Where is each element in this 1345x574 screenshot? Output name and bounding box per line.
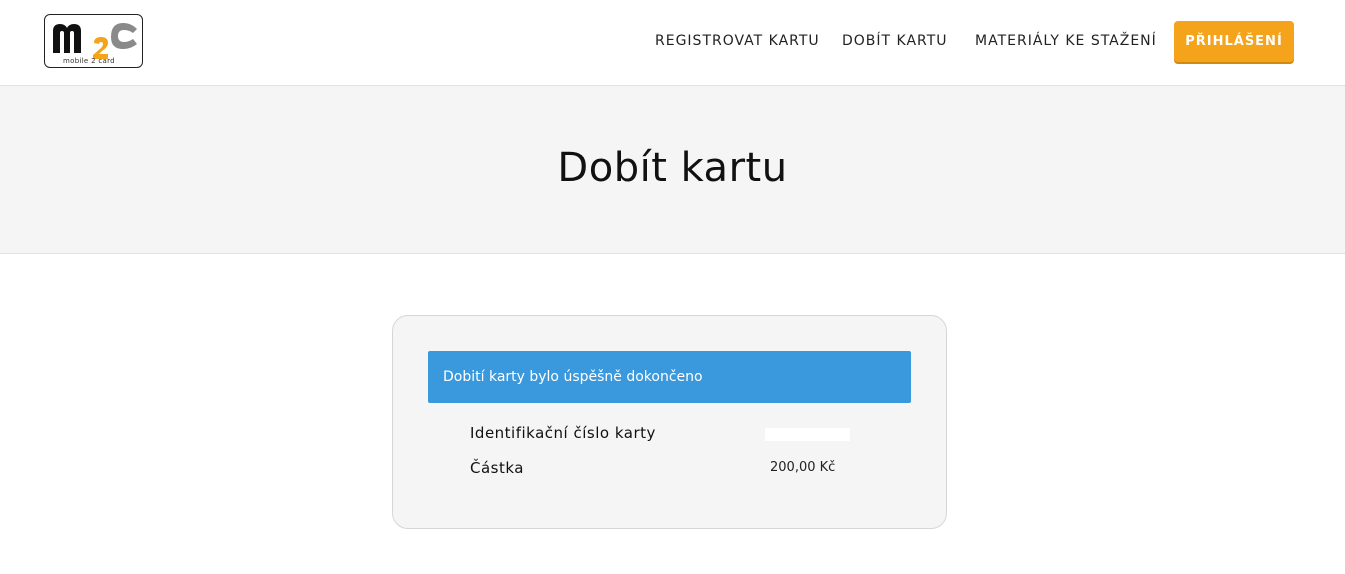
login-button[interactable]: PŘIHLÁŠENÍ: [1174, 21, 1294, 62]
nav-top-up-card[interactable]: DOBÍT KARTU: [842, 33, 948, 49]
amount-label: Částka: [470, 459, 524, 477]
site-header: mobile 2 card REGISTROVAT KARTU DOBÍT KA…: [0, 0, 1345, 86]
page-hero: Dobít kartu: [0, 86, 1345, 254]
nav-register-card[interactable]: REGISTROVAT KARTU: [655, 33, 820, 49]
nav-downloads[interactable]: MATERIÁLY KE STAŽENÍ: [975, 33, 1157, 49]
logo-tagline: mobile 2 card: [63, 57, 115, 65]
result-card: Dobití karty bylo úspěšně dokončeno Iden…: [392, 315, 947, 529]
card-id-value-redacted: [765, 428, 850, 441]
success-alert: Dobití karty bylo úspěšně dokončeno: [428, 351, 911, 403]
m2c-logo[interactable]: mobile 2 card: [44, 14, 143, 68]
card-id-label: Identifikační číslo karty: [470, 424, 656, 442]
page-title: Dobít kartu: [557, 145, 788, 191]
amount-value: 200,00 Kč: [770, 460, 836, 475]
